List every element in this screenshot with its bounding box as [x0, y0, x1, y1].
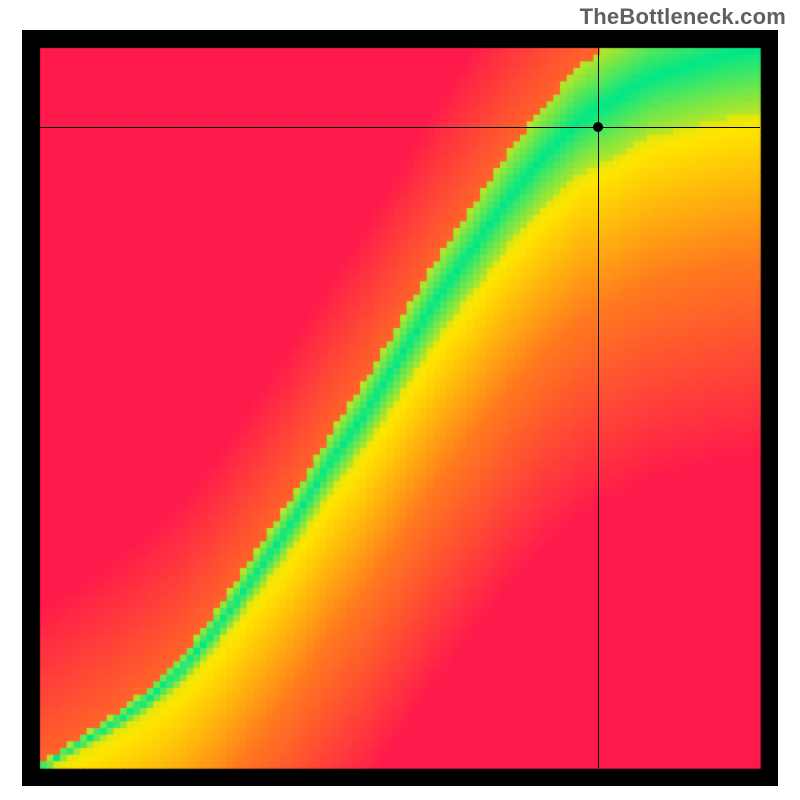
heatmap-canvas	[22, 30, 778, 786]
attribution-text: TheBottleneck.com	[580, 4, 786, 30]
chart-frame	[22, 30, 778, 786]
